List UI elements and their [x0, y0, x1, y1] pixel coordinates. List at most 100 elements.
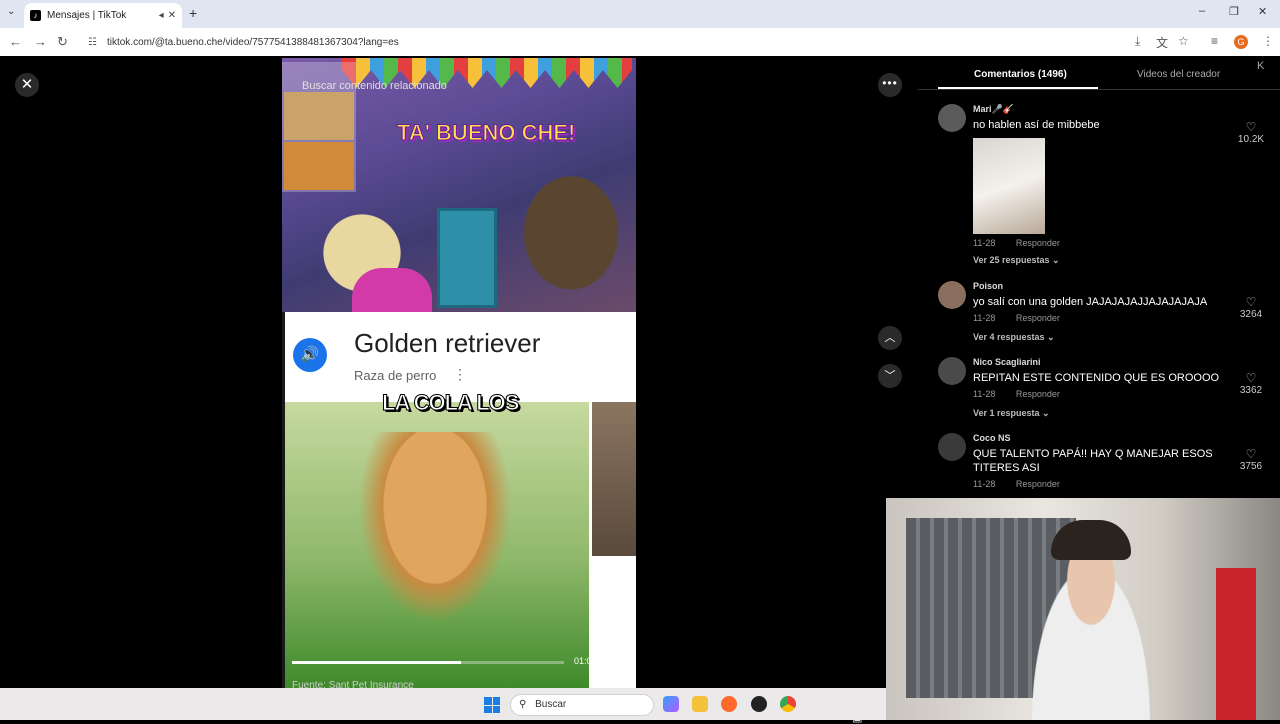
reply-button[interactable]: Responder — [1016, 238, 1060, 248]
minimize-icon[interactable]: – — [1199, 5, 1205, 17]
comment-text: QUE TALENTO PAPÁ!! HAY Q MANEJAR ESOS TI… — [973, 448, 1213, 474]
speaker-icon[interactable]: 🔊 — [293, 338, 327, 372]
comment-username[interactable]: Nico Scagliarini — [973, 357, 1041, 367]
reload-icon[interactable]: ↻ — [57, 34, 68, 50]
comment-item: Mari🎤🎸 no hablen así de mibbebe 11-28 Re… — [938, 104, 1268, 274]
comment-meta: 11-28 Responder — [973, 479, 1078, 489]
more-options-button[interactable]: ••• — [878, 73, 902, 97]
browser-toolbar: ← → ↻ ☷ tiktok.com/@ta.bueno.che/video/7… — [0, 28, 1280, 56]
profile-avatar[interactable]: G — [1234, 35, 1248, 49]
comment-date: 11-28 — [973, 479, 996, 489]
kebab-menu-icon[interactable]: ⋮ — [453, 366, 467, 383]
bookmark-star-icon[interactable]: ☆ — [1178, 34, 1189, 48]
close-video-button[interactable]: ✕ — [15, 73, 39, 97]
video-progress-bar[interactable] — [292, 661, 564, 664]
heart-icon: ♡ — [1245, 295, 1257, 309]
like-count: 3362 — [1239, 385, 1263, 396]
video-progress-fill — [292, 661, 461, 664]
avatar[interactable] — [938, 104, 966, 132]
comment-username[interactable]: Poison — [973, 281, 1003, 291]
like-button[interactable]: ♡ 3756 — [1236, 447, 1266, 472]
copilot-icon[interactable] — [663, 696, 679, 712]
site-info-icon[interactable]: ☷ — [88, 37, 97, 48]
like-count: 3264 — [1239, 309, 1263, 320]
tab-search-icon[interactable]: ⌄ — [7, 6, 15, 17]
taskbar-search[interactable]: ⚲ Buscar — [510, 694, 654, 716]
golden-retriever-image — [285, 402, 589, 688]
next-video-button[interactable]: ﹀ — [878, 364, 902, 388]
tab-title: Mensajes | TikTok — [47, 10, 127, 21]
comment-username[interactable]: Coco NS — [973, 433, 1011, 443]
comment-item: Coco NS QUE TALENTO PAPÁ!! HAY Q MANEJAR… — [938, 433, 1268, 493]
comment-item: Poison yo salí con una golden JAJAJAJAJJ… — [938, 281, 1268, 351]
mute-tab-icon[interactable]: ◂ — [159, 10, 164, 21]
view-replies-button[interactable]: Ver 1 respuesta ⌄ — [973, 408, 1050, 419]
reply-button[interactable]: Responder — [1016, 479, 1060, 489]
install-icon[interactable]: ⤓ — [1135, 34, 1140, 49]
firefox-icon[interactable] — [721, 696, 737, 712]
close-tab-icon[interactable]: ✕ — [168, 10, 176, 21]
windows-taskbar: ⚲ Buscar — [0, 688, 886, 720]
active-tab-underline — [938, 87, 1098, 89]
like-count: 10.2K — [1237, 134, 1265, 145]
comment-photo[interactable] — [973, 138, 1045, 234]
avatar[interactable] — [938, 357, 966, 385]
comment-text: no hablen así de mibbebe — [973, 119, 1100, 131]
heart-icon: ♡ — [1245, 371, 1257, 385]
collapse-panel-icon[interactable]: K — [1257, 60, 1264, 72]
reply-button[interactable]: Responder — [1016, 389, 1060, 399]
file-explorer-icon[interactable] — [692, 696, 708, 712]
thumbnail-dog-2[interactable] — [284, 142, 354, 190]
source-label: Fuente: Sant Pet Insurance — [292, 680, 414, 688]
extensions-icon[interactable]: ≡ — [1211, 34, 1218, 48]
video-timecode: 01:00/01:00 — [574, 656, 622, 666]
heart-icon: ♡ — [1245, 447, 1257, 461]
browser-tab[interactable]: ♪ Mensajes | TikTok ◂ ✕ — [24, 3, 182, 28]
side-image — [592, 402, 636, 556]
previous-video-button[interactable]: ︿ — [878, 326, 902, 350]
obs-icon[interactable] — [751, 696, 767, 712]
view-replies-button[interactable]: Ver 4 respuestas ⌄ — [973, 332, 1055, 343]
windows-start-icon[interactable] — [484, 697, 500, 713]
like-button[interactable]: ♡ 3264 — [1236, 295, 1266, 320]
panel-tabs: Comentarios (1496) Videos del creador K — [918, 56, 1280, 90]
close-window-icon[interactable]: ✕ — [1258, 5, 1267, 18]
comment-text: REPITAN ESTE CONTENIDO QUE ES OROOOO — [973, 372, 1220, 384]
comment-text: yo salí con una golden JAJAJAJAJJAJAJAJA… — [973, 296, 1208, 308]
thumbnail-dog-1[interactable] — [284, 92, 354, 140]
puppet-scene: TA' BUENO CHE! Buscar contenido relacion… — [282, 58, 636, 313]
avatar[interactable] — [938, 281, 966, 309]
dog-shape — [345, 432, 525, 642]
chrome-icon[interactable] — [780, 696, 796, 712]
address-bar[interactable]: ☷ tiktok.com/@ta.bueno.che/video/7577541… — [80, 31, 1200, 53]
comment-meta: 11-28 Responder — [973, 389, 1078, 399]
tab-creator-videos[interactable]: Videos del creador — [1137, 69, 1220, 80]
toy-shelf — [437, 208, 497, 308]
comment-username[interactable]: Mari🎤🎸 — [973, 104, 1014, 115]
google-result-card: 🔊 Golden retriever Raza de perro ⋮ LA CO… — [285, 312, 636, 688]
translate-icon[interactable]: 文 — [1156, 34, 1168, 51]
url-text: tiktok.com/@ta.bueno.che/video/757754138… — [106, 36, 399, 48]
like-button[interactable]: ♡ 3362 — [1236, 371, 1266, 396]
red-scarf — [1216, 568, 1256, 720]
back-icon[interactable]: ← — [9, 34, 22, 49]
view-replies-button[interactable]: Ver 25 respuestas ⌄ — [973, 255, 1060, 266]
like-button[interactable]: ♡ 10.2K — [1236, 120, 1266, 145]
brown-puppet — [517, 168, 636, 312]
maximize-icon[interactable]: ❐ — [1229, 5, 1239, 18]
card-subtitle: Raza de perro — [354, 368, 437, 383]
card-title: Golden retriever — [354, 328, 541, 358]
comment-meta: 11-28 Responder — [973, 313, 1078, 323]
avatar[interactable] — [938, 433, 966, 461]
tiktok-favicon-icon: ♪ — [30, 10, 41, 21]
tab-comments[interactable]: Comentarios (1496) — [974, 69, 1067, 80]
reply-button[interactable]: Responder — [1016, 313, 1060, 323]
forward-icon[interactable]: → — [34, 34, 47, 49]
comment-item: Nico Scagliarini REPITAN ESTE CONTENIDO … — [938, 357, 1268, 427]
video-player[interactable]: TA' BUENO CHE! Buscar contenido relacion… — [282, 58, 636, 688]
comment-date: 11-28 — [973, 313, 996, 323]
search-related-label[interactable]: Buscar contenido relacionado — [302, 80, 447, 92]
puppet-outfit — [352, 268, 432, 312]
browser-menu-icon[interactable]: ⋮ — [1262, 34, 1274, 48]
new-tab-icon[interactable]: + — [189, 5, 197, 21]
